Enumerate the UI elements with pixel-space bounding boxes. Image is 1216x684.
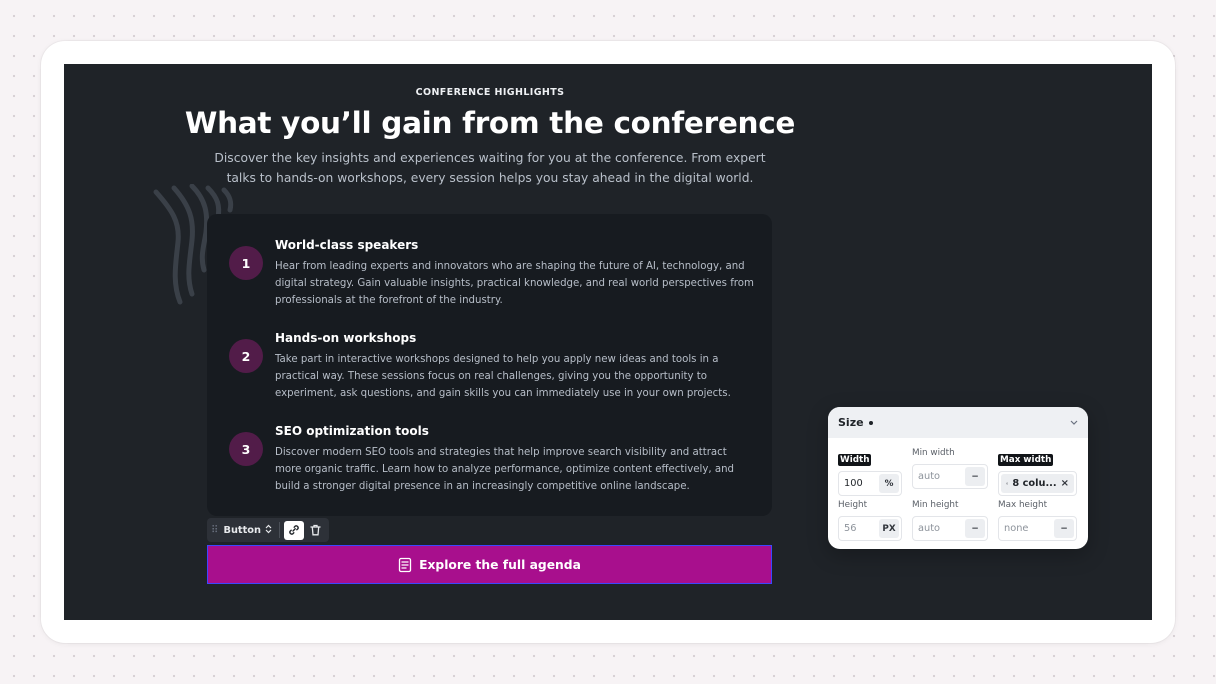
trash-icon[interactable] <box>306 521 325 540</box>
max-height-field: Max height none − <box>998 499 1077 541</box>
item-number-badge: 3 <box>229 432 263 466</box>
item-description: Hear from leading experts and innovators… <box>275 261 754 306</box>
min-height-input[interactable]: auto − <box>912 516 988 541</box>
height-label: Height <box>838 500 868 510</box>
min-height-label: Min height <box>912 500 959 510</box>
drag-handle-icon[interactable]: ⠿ <box>211 525 221 536</box>
item-title: World-class speakers <box>275 238 419 252</box>
element-toolbar: ⠿ Button <box>207 518 329 542</box>
size-panel: Size Width 100 % Min width auto − Max wi… <box>828 407 1088 549</box>
toolbar-divider <box>279 522 280 538</box>
max-width-token[interactable]: 8 colu... × <box>1001 474 1074 493</box>
min-height-unit-button[interactable]: − <box>965 519 985 538</box>
width-unit-button[interactable]: % <box>879 474 899 493</box>
item-number-badge: 1 <box>229 246 263 280</box>
max-width-value: 8 colu... <box>1012 478 1057 489</box>
min-height-field: Min height auto − <box>912 499 988 541</box>
min-width-unit-button[interactable]: − <box>965 467 985 486</box>
item-title: Hands-on workshops <box>275 331 417 345</box>
chevron-updown-icon[interactable] <box>265 524 272 536</box>
max-width-field: Max width 8 colu... × <box>998 447 1077 496</box>
clear-icon[interactable]: × <box>1061 478 1069 489</box>
min-width-field: Min width auto − <box>912 447 988 489</box>
width-input[interactable]: 100 % <box>838 471 902 496</box>
size-panel-header[interactable]: Size <box>828 407 1088 438</box>
max-height-input[interactable]: none − <box>998 516 1077 541</box>
min-height-value: auto <box>918 523 941 534</box>
height-input[interactable]: 56 PX <box>838 516 902 541</box>
explore-agenda-button[interactable]: Explore the full agenda <box>207 545 772 584</box>
max-width-label: Max width <box>998 454 1054 466</box>
max-width-input[interactable]: 8 colu... × <box>998 471 1077 496</box>
element-type-label[interactable]: Button <box>223 525 261 536</box>
max-height-value: none <box>1004 523 1029 534</box>
item-number-badge: 2 <box>229 339 263 373</box>
token-icon <box>1006 482 1009 485</box>
min-width-value: auto <box>918 471 941 482</box>
cta-label: Explore the full agenda <box>419 557 581 572</box>
agenda-icon <box>398 557 412 572</box>
max-height-unit-button[interactable]: − <box>1054 519 1074 538</box>
link-icon[interactable] <box>283 520 304 540</box>
width-field: Width 100 % <box>838 447 902 496</box>
min-width-input[interactable]: auto − <box>912 464 988 489</box>
width-value: 100 <box>844 478 863 489</box>
panel-title: Size <box>838 416 864 429</box>
item-description: Discover modern SEO tools and strategies… <box>275 447 735 492</box>
highlights-card: 1 World-class speakers Hear from leading… <box>207 214 772 516</box>
max-height-label: Max height <box>998 500 1048 510</box>
min-width-label: Min width <box>912 448 955 458</box>
width-label: Width <box>838 454 872 466</box>
section-eyebrow: CONFERENCE HIGHLIGHTS <box>415 87 565 98</box>
height-unit-button[interactable]: PX <box>879 519 899 538</box>
section-headline: What you’ll gain from the conference <box>184 106 796 140</box>
chevron-down-icon[interactable] <box>1070 418 1078 428</box>
modified-dot-icon <box>868 420 873 425</box>
height-value: 56 <box>844 523 857 534</box>
item-title: SEO optimization tools <box>275 424 429 438</box>
item-description: Take part in interactive workshops desig… <box>275 354 731 399</box>
section-lead: Discover the key insights and experience… <box>214 151 766 185</box>
height-field: Height 56 PX <box>838 499 902 541</box>
